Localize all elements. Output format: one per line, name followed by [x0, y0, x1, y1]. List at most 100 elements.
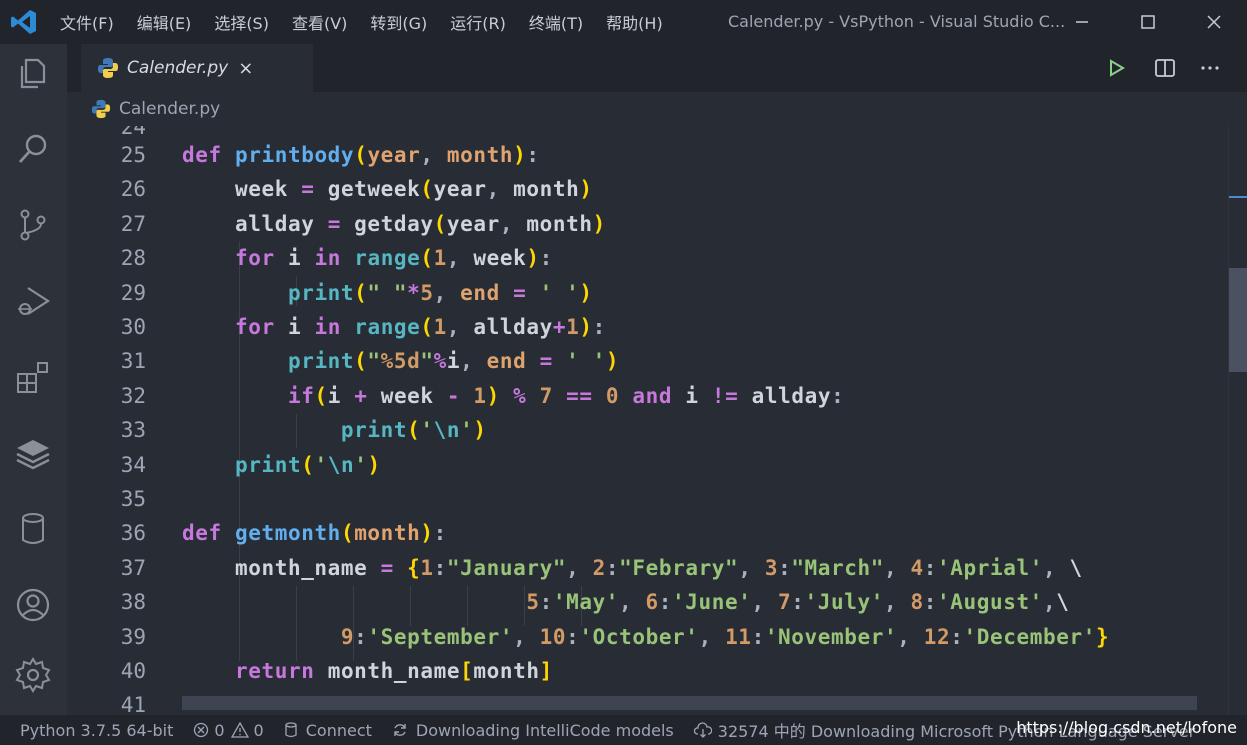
code-text: week = getweek(year, month) — [182, 177, 593, 202]
python-interpreter[interactable]: Python 3.7.5 64-bit — [20, 721, 173, 740]
connect-item[interactable]: Connect — [284, 721, 372, 740]
code-line[interactable]: 34 print('\n') — [67, 448, 1247, 482]
layers-icon[interactable] — [14, 434, 52, 472]
code-line[interactable]: 40 return month_name[month] — [67, 654, 1247, 688]
search-icon[interactable] — [14, 130, 52, 168]
minimize-button[interactable] — [1049, 0, 1115, 44]
menu-edit[interactable]: 编辑(E) — [137, 10, 192, 34]
line-number: 35 — [120, 487, 146, 511]
intellicode-label: Downloading IntelliCode models — [415, 720, 674, 740]
code-editor[interactable]: 24 25 def printbody(year, month): 26 week =… — [67, 126, 1247, 715]
code-text: 9:'September', 10:'October', 11:'Novembe… — [340, 624, 1110, 649]
line-number: 27 — [120, 211, 146, 236]
menu-terminal[interactable]: 终端(T) — [529, 10, 583, 34]
code-line[interactable]: 25 def printbody(year, month): — [67, 138, 1247, 172]
code-line[interactable]: 31 print("%5d"%i, end = ' ') — [67, 344, 1247, 378]
horizontal-scrollbar[interactable] — [182, 696, 1197, 710]
gear-icon[interactable] — [14, 656, 52, 694]
line-number: 31 — [120, 349, 146, 374]
tab-calender-py[interactable]: Calender.py × — [81, 44, 313, 92]
code-line[interactable]: 30 for i in range(1, allday+1): — [67, 310, 1247, 344]
line-number: 33 — [120, 418, 146, 443]
code-text: print('\n') — [340, 418, 487, 443]
code-text: month_name = {1:"January", 2:"Febrary", … — [182, 555, 1083, 580]
minimize-icon — [1076, 21, 1088, 23]
tab-label: Calender.py — [127, 58, 229, 78]
menu-bar: 文件(F) 编辑(E) 选择(S) 查看(V) 转到(G) 运行(R) 终端(T… — [60, 0, 686, 44]
activity-bar — [0, 44, 67, 715]
close-icon — [1207, 15, 1221, 29]
line-number: 32 — [120, 383, 146, 408]
title-bar: 文件(F) 编辑(E) 选择(S) 查看(V) 转到(G) 运行(R) 终端(T… — [0, 0, 1247, 44]
account-icon[interactable] — [14, 586, 52, 624]
database-icon — [285, 722, 297, 738]
connect-label: Connect — [305, 720, 372, 740]
code-text: 5:'May', 6:'June', 7:'July', 8:'August',… — [526, 590, 1070, 615]
watermark: https://blog.csdn.net/lofone — [1016, 718, 1237, 737]
extensions-icon[interactable] — [14, 358, 52, 396]
breadcrumb: Calender.py — [67, 92, 1247, 126]
vscode-logo-icon — [11, 10, 36, 34]
code-line[interactable]: 36 def getmonth(month): — [67, 516, 1247, 550]
line-number: 39 — [120, 624, 146, 649]
code-text: allday = getday(year, month) — [182, 211, 606, 236]
code-line[interactable]: 35 — [67, 482, 1247, 516]
warning-icon — [230, 722, 249, 738]
code-line[interactable]: 33 print('\n') — [67, 413, 1247, 447]
line-number: 29 — [120, 280, 146, 305]
code-line[interactable]: 32 if(i + week - 1) % 7 == 0 and i != al… — [67, 379, 1247, 413]
line-number: 34 — [120, 452, 146, 477]
database-icon[interactable] — [14, 510, 52, 548]
error-icon — [194, 722, 209, 738]
tab-close-icon[interactable]: × — [238, 58, 253, 79]
explorer-icon[interactable] — [14, 54, 52, 92]
line-number: 37 — [120, 555, 146, 580]
split-editor-icon[interactable] — [1154, 57, 1176, 79]
code-line[interactable]: 27 allday = getday(year, month) — [67, 207, 1247, 241]
code-text: print(" "*5, end = ' ') — [287, 280, 593, 305]
menu-help[interactable]: 帮助(H) — [606, 10, 663, 34]
menu-run[interactable]: 运行(R) — [450, 10, 506, 34]
code-text: for i in range(1, week): — [234, 246, 553, 271]
code-text: def printbody(year, month): — [182, 143, 540, 167]
code-text: def getmonth(month): — [182, 521, 447, 546]
menu-selection[interactable]: 选择(S) — [214, 10, 269, 34]
menu-go[interactable]: 转到(G) — [370, 10, 427, 34]
vertical-scrollbar-track[interactable] — [1228, 126, 1247, 715]
overview-ruler-mark — [1229, 196, 1247, 198]
code-text: if(i + week - 1) % 7 == 0 and i != allda… — [287, 383, 845, 408]
error-count: 0 — [214, 720, 225, 740]
line-number: 30 — [120, 315, 146, 339]
run-debug-icon[interactable] — [14, 282, 52, 320]
line-number: 28 — [120, 246, 146, 271]
code-line[interactable]: 39 9:'September', 10:'October', 11:'Nove… — [67, 620, 1247, 654]
code-text: print("%5d"%i, end = ' ') — [287, 349, 620, 374]
close-window-button[interactable] — [1181, 0, 1247, 44]
code-line[interactable]: 26 week = getweek(year, month) — [67, 172, 1247, 206]
line-number: 38 — [120, 590, 146, 615]
window-title: Calender.py - VsPython - Visual Studio C… — [728, 12, 1066, 31]
code-text: return month_name[month] — [234, 659, 553, 683]
python-file-icon — [91, 99, 111, 119]
menu-file[interactable]: 文件(F) — [60, 10, 114, 34]
more-actions-icon[interactable] — [1199, 57, 1221, 79]
vertical-scrollbar-thumb[interactable] — [1229, 268, 1247, 372]
python-file-icon — [98, 58, 118, 78]
maximize-button[interactable] — [1115, 0, 1181, 44]
tab-bar: Calender.py × — [67, 44, 1247, 92]
problems-indicator[interactable]: 0 0 — [193, 720, 264, 740]
breadcrumb-file[interactable]: Calender.py — [119, 99, 220, 119]
run-python-icon[interactable] — [1107, 58, 1127, 78]
menu-view[interactable]: 查看(V) — [292, 10, 347, 34]
line-number: 26 — [120, 177, 146, 202]
code-line[interactable]: 38 5:'May', 6:'June', 7:'July', 8:'Augus… — [67, 585, 1247, 619]
maximize-icon — [1141, 15, 1155, 29]
intellicode-status[interactable]: Downloading IntelliCode models — [392, 721, 674, 740]
cloud-download-icon — [693, 722, 712, 738]
code-line[interactable]: 37 month_name = {1:"January", 2:"Febrary… — [67, 551, 1247, 585]
line-number: 25 — [120, 143, 146, 167]
line-number: 36 — [120, 521, 146, 546]
code-line[interactable]: 29 print(" "*5, end = ' ') — [67, 276, 1247, 310]
source-control-icon[interactable] — [14, 206, 52, 244]
code-line[interactable]: 28 for i in range(1, week): — [67, 241, 1247, 275]
